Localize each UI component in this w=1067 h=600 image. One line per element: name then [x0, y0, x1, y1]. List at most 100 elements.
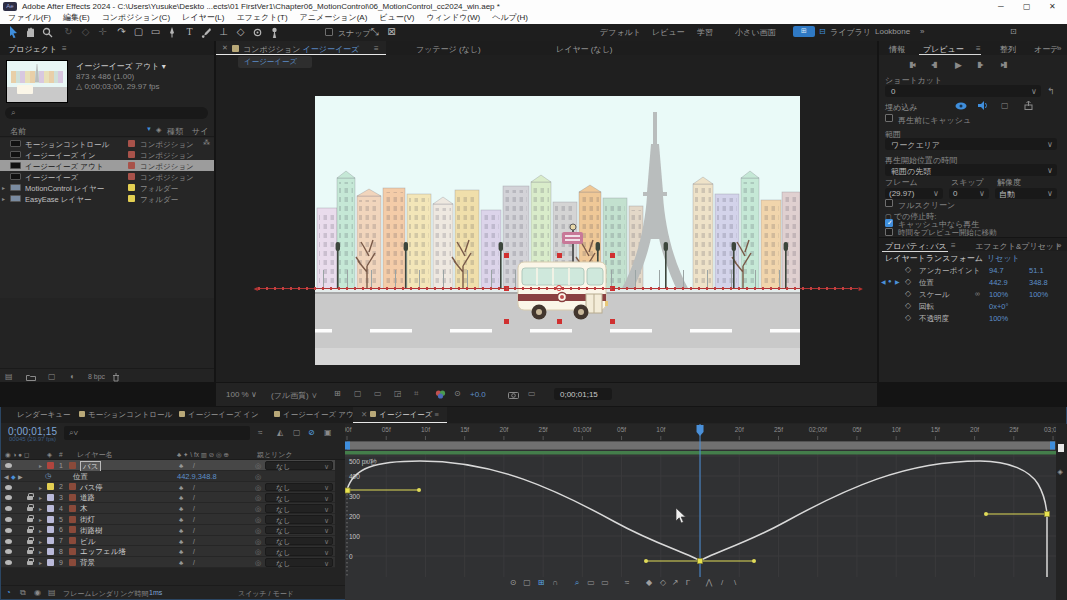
graph-auto-bezier-icon[interactable]: \ — [729, 578, 741, 587]
snap-checkbox[interactable] — [325, 28, 333, 36]
layer-row-8[interactable]: ▸8エッフェル塔♣/◎なし∨ — [1, 546, 335, 557]
project-item[interactable]: イージーイーズ アウトコンポジション — [0, 160, 214, 171]
motion-blur-icon[interactable]: ▣ — [324, 428, 332, 437]
menu-5[interactable]: アニメーション(A) — [300, 12, 368, 23]
include-overlays-icon[interactable]: ▢ — [1001, 101, 1009, 110]
graph-show-graph-icon[interactable]: ⊞ — [535, 578, 547, 587]
menu-4[interactable]: エフェクト(T) — [236, 12, 287, 23]
comp-time-display[interactable]: 0;00;01;15 — [554, 388, 612, 400]
workspace-tab-3[interactable]: 小さい画面 — [735, 27, 775, 38]
graph-fit-selection-icon[interactable]: ▭ — [585, 578, 597, 587]
graph-separate-dims-icon[interactable]: ⊙ — [507, 578, 519, 587]
menu-7[interactable]: ウィンドウ(W) — [426, 12, 480, 23]
trash-icon[interactable] — [112, 373, 120, 382]
frame-blend-icon[interactable]: ⊘ — [308, 428, 315, 437]
menu-8[interactable]: ヘルプ(H) — [492, 12, 528, 23]
layer-prop-row[interactable]: ◀◆▶◷位置442.9,348.8◎ — [1, 471, 335, 482]
workspace-tab-0[interactable]: デフォルト — [600, 27, 641, 38]
selection-handle[interactable] — [610, 253, 615, 258]
project-item[interactable]: モーションコントロールコンポジション⁂ — [0, 138, 214, 149]
include-export-icon[interactable] — [1024, 101, 1033, 110]
menu-1[interactable]: 編集(E) — [63, 12, 90, 23]
comp-viewer-subtab[interactable]: イージーイーズ — [238, 56, 312, 68]
comp-new-icon[interactable]: ▢ — [48, 372, 56, 381]
selection-handle[interactable] — [504, 253, 509, 258]
graph-hold-icon[interactable]: ⋀ — [703, 578, 715, 587]
fullscreen-checkbox[interactable] — [885, 199, 893, 207]
pen-tool[interactable] — [167, 27, 177, 38]
panel-overflow-icon[interactable]: » — [1057, 44, 1061, 53]
graph-show-props-icon[interactable]: ▢ — [521, 578, 533, 587]
mask-tool[interactable]: ▢ — [132, 26, 145, 38]
zoom-tool[interactable] — [42, 27, 53, 38]
layer-row-4[interactable]: ▸4木♣/◎なし∨ — [1, 503, 335, 514]
rotobrush-tool[interactable] — [252, 27, 263, 38]
drive-icon[interactable]: ▤ — [48, 588, 56, 597]
first-frame-button[interactable]: ▮◂ — [909, 60, 913, 69]
graph-ease-out-icon[interactable]: Γ — [682, 578, 694, 587]
graph-autozoom-icon[interactable]: ⌕ — [571, 578, 583, 588]
sort-arrow-icon[interactable]: ▼ — [146, 126, 152, 132]
selection-handle[interactable] — [557, 253, 562, 258]
show-snapshot-icon[interactable]: ▭ — [528, 389, 536, 398]
graph-linear-icon[interactable]: / — [716, 578, 728, 587]
comp-viewport[interactable] — [315, 96, 800, 365]
resolution-select[interactable]: 自動∨ — [995, 188, 1057, 199]
tab-info[interactable]: 情報 — [889, 44, 905, 55]
rotate-tool[interactable]: ↻ — [62, 26, 75, 38]
maximize-button[interactable]: ▢ — [1023, 2, 1031, 11]
preview-menu-icon[interactable]: ≡ — [976, 44, 981, 53]
timeline-tab-0[interactable]: レンダーキュー — [9, 407, 78, 423]
menu-6[interactable]: ビュー(V) — [379, 12, 414, 23]
label-col-icon[interactable]: ◈ — [156, 126, 161, 134]
graph-editor[interactable]: 00f05f10f15f20f25f01;00f05f10f20f25f02;0… — [345, 424, 1067, 600]
property-row-4[interactable]: ◇不透明度100% — [879, 312, 1067, 325]
selection-handle[interactable] — [504, 319, 509, 324]
next-frame-button[interactable]: ▮▸ — [977, 60, 981, 69]
graph-snap-icon[interactable]: ∩ — [549, 578, 561, 587]
workspace-tab-1[interactable]: レビュー — [652, 27, 685, 38]
prev-frame-button[interactable]: ◂▮ — [931, 60, 935, 69]
graph-add-keyframe-icon[interactable]: ◆ — [643, 578, 655, 587]
tab-layer[interactable]: レイヤー (なし) — [556, 44, 613, 55]
comp-tab-close-icon[interactable]: ✕ — [222, 44, 228, 52]
project-tab-menu-icon[interactable]: ≡ — [62, 44, 67, 53]
menu-3[interactable]: レイヤー(L) — [182, 12, 224, 23]
layer-row-6[interactable]: ▸6街路樹♣/◎なし∨ — [1, 525, 335, 536]
puppet-tool[interactable] — [269, 27, 280, 38]
layer-row-2[interactable]: ▸2バス停♣/◎なし∨ — [1, 482, 335, 493]
pan-behind-tool[interactable]: ✛ — [96, 26, 109, 38]
reset-shortcut-icon[interactable]: ↰ — [1047, 86, 1055, 96]
col-layer-name[interactable]: レイヤー名 — [77, 450, 113, 460]
minimize-button[interactable]: ─ — [998, 2, 1004, 11]
shortcut-select[interactable]: 0 ∨ — [885, 85, 1041, 97]
workspace-tab-4[interactable]: ライブラリ — [830, 27, 871, 38]
snap1-icon[interactable]: ⤡ — [368, 26, 381, 38]
play-cached-checkbox[interactable] — [885, 219, 893, 227]
project-item[interactable]: ▸EasyEase レイヤーフォルダー — [0, 193, 214, 204]
project-comp-name[interactable]: イージーイーズ アウト ▾ — [76, 61, 166, 72]
channel-icon[interactable] — [435, 390, 446, 399]
tab-project[interactable]: プロジェクト — [8, 44, 57, 55]
properties-overflow-icon[interactable]: » — [1057, 241, 1061, 250]
play-from-select[interactable]: 範囲の先頭 ∨ — [885, 164, 1057, 176]
tab-composition[interactable]: コンポジション イージーイーズ — [243, 44, 359, 55]
workspace-tab-5[interactable]: Lookbone — [875, 27, 910, 36]
hand-tool[interactable] — [25, 27, 36, 38]
tab-align[interactable]: 整列 — [1000, 44, 1016, 55]
transform-group-label[interactable]: レイヤートランスフォーム — [885, 253, 983, 264]
skip-select[interactable]: 0∨ — [949, 188, 989, 199]
project-item[interactable]: ▸MotionControl レイヤーフォルダー — [0, 182, 214, 193]
graph-fit-all-icon[interactable]: ▭ — [599, 578, 611, 587]
brush-tool[interactable] — [201, 27, 212, 38]
snapshot-icon[interactable] — [508, 391, 519, 399]
timeline-tab-2[interactable]: イージーイーズ イン — [171, 407, 267, 423]
tab-footage[interactable]: フッテージ (なし) — [416, 44, 481, 55]
workspace-search-icon[interactable]: ⊡ — [1010, 27, 1017, 36]
move-time-checkbox[interactable] — [885, 228, 893, 236]
workspace-tab-6[interactable]: » — [920, 27, 924, 36]
stamp-tool[interactable]: ⊥ — [217, 26, 230, 38]
layer-row-5[interactable]: ▸5街灯♣/◎なし∨ — [1, 514, 335, 525]
project-item[interactable]: イージーイーズ インコンポジション — [0, 149, 214, 160]
switch-mode-button[interactable]: スイッチ / モード — [238, 589, 294, 599]
